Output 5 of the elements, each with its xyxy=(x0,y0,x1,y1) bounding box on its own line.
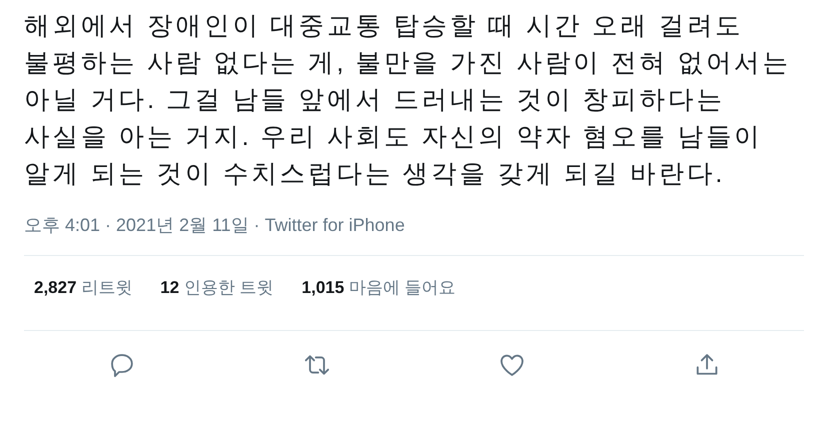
stat-link[interactable]: 2,827 리트윗 xyxy=(34,276,132,312)
tweet-timestamp: 오후 4:01 · 2021년 2월 11일 · Twitter for iPhone xyxy=(24,214,405,237)
stat-link[interactable]: 12 인용한 트윗 xyxy=(160,276,274,312)
stat-link[interactable]: 1,015 마음에 들어요 xyxy=(302,276,456,312)
tweet-text: 해외에서 장애인이 대중교통 탑승할 때 시간 오래 걸려도 불평하는 사람 없다는 게, 불만을 가진 사람이 전혀 없어서는 아닐 거다. 그걸 남들 앞에서 드러내는 것이 창피하다는 사실을 아는 거지. 우리 사회도 자신의 약자 혐오를 남들이 알게 되는 것이 수치스럽다는 생각을 갖게 되길 바란다. xyxy=(24,11,792,190)
